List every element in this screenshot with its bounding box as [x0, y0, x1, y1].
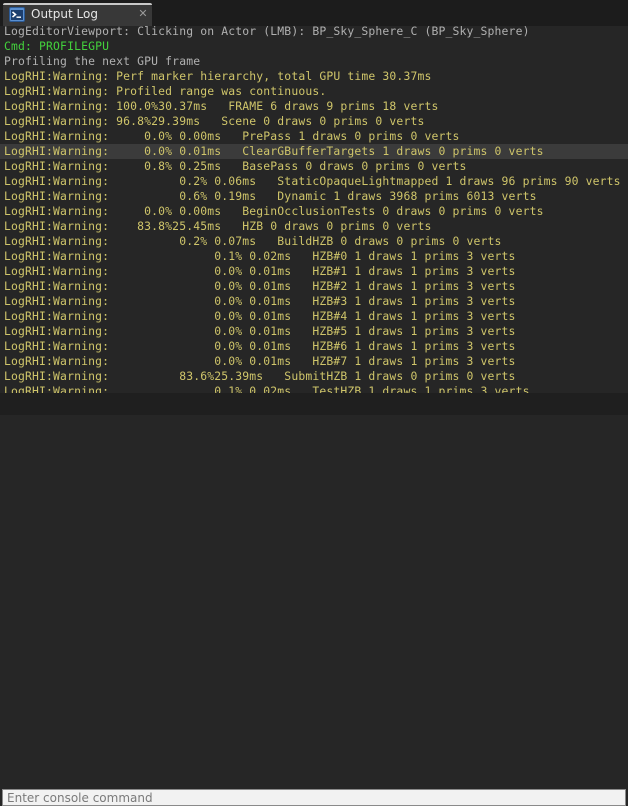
log-line: LogRHI:Warning: 0.0% 0.01ms HZB#1 1 draw… — [4, 264, 516, 278]
console-command-input[interactable] — [3, 790, 625, 805]
log-line: LogRHI:Warning: 0.0% 0.01ms HZB#3 1 draw… — [4, 294, 516, 308]
log-line: LogRHI:Warning: 0.1% 0.02ms HZB#0 1 draw… — [4, 249, 516, 263]
log-line: LogRHI:Warning: 0.2% 0.07ms BuildHZB 0 d… — [4, 234, 502, 248]
log-line: LogRHI:Warning: 0.0% 0.00ms PrePass 1 dr… — [4, 129, 460, 143]
tab-bar: Output Log ✕ — [0, 0, 628, 26]
log-line: LogRHI:Warning: 0.1% 0.02ms TestHZB 1 dr… — [4, 384, 530, 393]
log-line: LogRHI:Warning: 0.0% 0.01ms HZB#4 1 draw… — [4, 309, 516, 323]
tab-output-log[interactable]: Output Log ✕ — [3, 3, 152, 26]
output-log-area[interactable]: LogEditorViewport: Clicking on Actor (LM… — [0, 26, 628, 393]
log-line: LogRHI:Warning: 0.6% 0.19ms Dynamic 1 dr… — [4, 189, 537, 203]
log-line: LogRHI:Warning: 83.8%25.45ms HZB 0 draws… — [4, 219, 432, 233]
log-line: LogRHI:Warning: 100.0%30.37ms FRAME 6 dr… — [4, 99, 439, 113]
log-line: LogRHI:Warning: 96.8%29.39ms Scene 0 dra… — [4, 114, 425, 128]
log-line: LogRHI:Warning: 0.0% 0.01ms HZB#2 1 draw… — [4, 279, 516, 293]
log-line: LogRHI:Warning: 0.2% 0.06ms StaticOpaque… — [4, 174, 621, 188]
tab-label: Output Log — [31, 7, 98, 21]
log-line: LogRHI:Warning: Perf marker hierarchy, t… — [4, 69, 432, 83]
output-log-icon — [9, 7, 25, 22]
log-line: LogRHI:Warning: 0.0% 0.00ms BeginOcclusi… — [4, 204, 544, 218]
log-line: LogRHI:Warning: 0.0% 0.01ms HZB#5 1 draw… — [4, 324, 516, 338]
log-line: LogRHI:Warning: Profiled range was conti… — [4, 84, 327, 98]
log-line: LogRHI:Warning: 0.0% 0.01ms HZB#7 1 draw… — [4, 354, 516, 368]
log-line: Profiling the next GPU frame — [4, 54, 201, 68]
log-line: Cmd: PROFILEGPU — [4, 39, 110, 53]
tab-active-indicator — [3, 3, 152, 5]
close-icon[interactable]: ✕ — [137, 7, 149, 21]
log-line: LogRHI:Warning: 83.6%25.39ms SubmitHZB 1… — [4, 369, 516, 383]
console-bar — [0, 393, 628, 806]
log-line: LogRHI:Warning: 0.0% 0.01ms ClearGBuffer… — [4, 144, 544, 158]
log-line: LogEditorViewport: Clicking on Actor (LM… — [4, 26, 530, 38]
log-line: LogRHI:Warning: 0.8% 0.25ms BasePass 0 d… — [4, 159, 467, 173]
console-input-box — [2, 789, 626, 806]
log-line: LogRHI:Warning: 0.0% 0.01ms HZB#6 1 draw… — [4, 339, 516, 353]
